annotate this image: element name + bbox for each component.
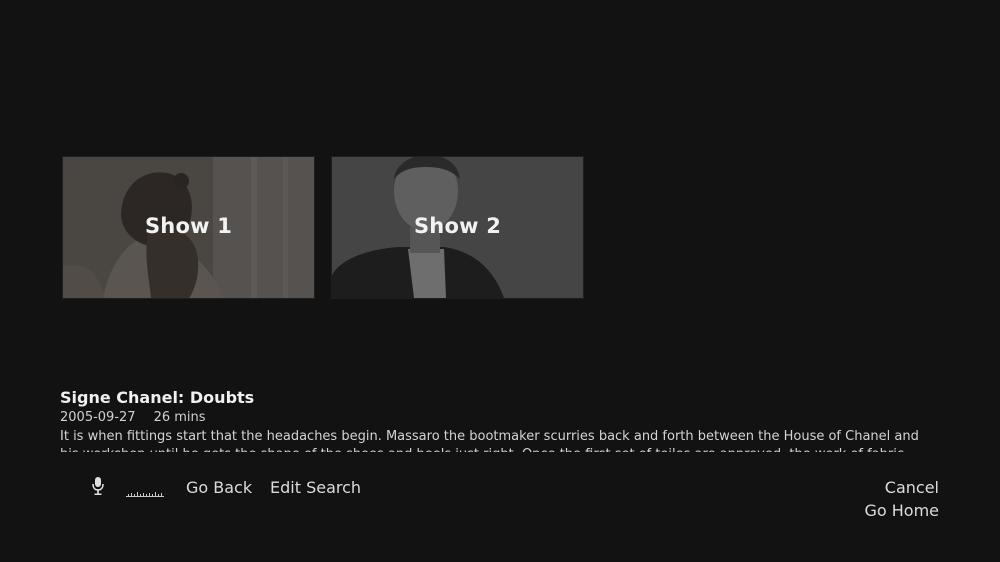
go-home-button[interactable]: Go Home <box>864 501 939 521</box>
episode-description: It is when fittings start that the heada… <box>60 429 919 452</box>
show-tile-1[interactable]: Show 1 <box>62 156 315 299</box>
media-search-results-screen: Show 1 Show 2 Signe Chanel: Doubts 2005-… <box>0 0 1000 562</box>
show-2-label: Show 2 <box>413 214 502 238</box>
microphone-icon[interactable] <box>90 476 106 496</box>
go-back-button[interactable]: Go Back <box>186 478 252 498</box>
duration: 26 mins <box>153 410 206 425</box>
show-tile-2[interactable]: Show 2 <box>331 156 584 299</box>
audio-level-icon <box>126 484 164 497</box>
show-1-label: Show 1 <box>144 214 233 238</box>
episode-title: Signe Chanel: Doubts <box>60 388 255 407</box>
edit-search-button[interactable]: Edit Search <box>270 478 361 498</box>
selected-item-details: Signe Chanel: Doubts 2005-09-27 26 mins I… <box>60 388 940 452</box>
cancel-button[interactable]: Cancel <box>885 478 939 498</box>
episode-meta: 2005-09-27 26 mins <box>60 409 940 427</box>
air-date: 2005-09-27 <box>60 410 136 425</box>
